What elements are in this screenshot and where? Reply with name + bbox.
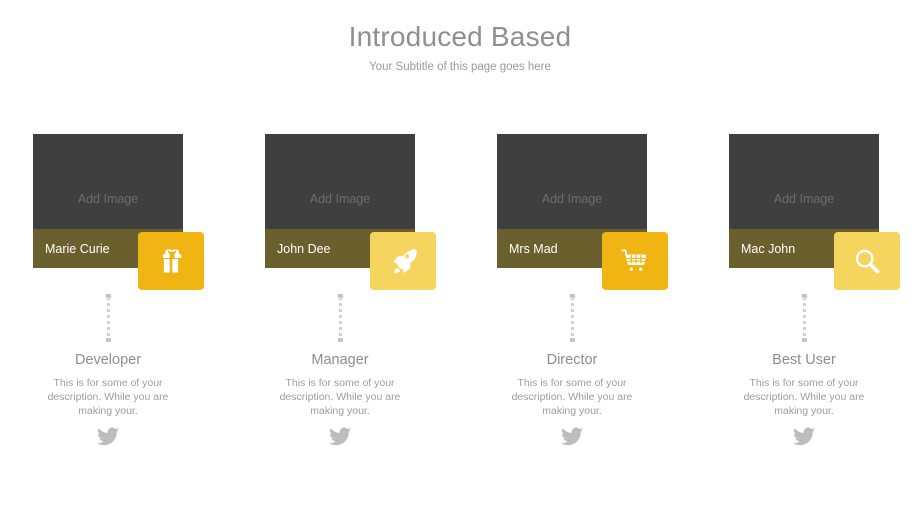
- badge-search[interactable]: [834, 232, 900, 290]
- photo-placeholder-block[interactable]: Add Image: [33, 134, 183, 229]
- card-info: Director This is for some of your descri…: [497, 350, 647, 446]
- role-title: Best User: [772, 352, 836, 368]
- slide-header: Introduced Based Your Subtitle of this p…: [0, 20, 920, 75]
- role-title: Manager: [311, 352, 369, 368]
- card-info: Developer This is for some of your descr…: [33, 350, 183, 446]
- twitter-icon[interactable]: [561, 427, 583, 446]
- team-cards-row: Add Image Marie Curie Developer This is …: [0, 134, 920, 464]
- badge-gift[interactable]: [138, 232, 204, 290]
- connector-line: [802, 294, 807, 342]
- social-links[interactable]: [33, 427, 183, 446]
- connector-cap-bottom: [570, 338, 575, 342]
- twitter-icon[interactable]: [97, 427, 119, 446]
- card-info: Manager This is for some of your descrip…: [265, 350, 415, 446]
- person-name: John Dee: [277, 241, 331, 256]
- add-image-label: Add Image: [541, 191, 603, 206]
- team-card[interactable]: Add Image Marie Curie Developer This is …: [33, 134, 265, 464]
- role-description: This is for some of your description. Wh…: [279, 377, 401, 417]
- photo-placeholder-block[interactable]: Add Image: [729, 134, 879, 229]
- connector-dots: [803, 297, 806, 339]
- badge-rocket[interactable]: [370, 232, 436, 290]
- person-name: Mrs Mad: [509, 241, 558, 256]
- twitter-icon[interactable]: [793, 427, 815, 446]
- social-links[interactable]: [497, 427, 647, 446]
- role-title: Developer: [74, 352, 142, 368]
- gift-icon: [157, 247, 185, 275]
- connector-dots: [571, 297, 574, 339]
- add-image-label: Add Image: [773, 191, 835, 206]
- person-name: Mac John: [741, 241, 796, 256]
- add-image-label: Add Image: [309, 191, 371, 206]
- role-description: This is for some of your description. Wh…: [511, 377, 633, 417]
- page-title: Introduced Based: [348, 21, 572, 52]
- connector-cap-bottom: [106, 338, 111, 342]
- team-card[interactable]: Add Image Mac John Best User This is for…: [729, 134, 920, 464]
- team-card[interactable]: Add Image Mrs Mad Director This is for s…: [497, 134, 729, 464]
- social-links[interactable]: [729, 427, 879, 446]
- connector-line: [570, 294, 575, 342]
- connector-dots: [339, 297, 342, 339]
- role-title: Director: [546, 352, 598, 368]
- role-description: This is for some of your description. Wh…: [47, 377, 169, 417]
- connector-cap-bottom: [338, 338, 343, 342]
- role-description: This is for some of your description. Wh…: [743, 377, 865, 417]
- person-name: Marie Curie: [45, 241, 110, 256]
- team-card[interactable]: Add Image John Dee Manager This is for s…: [265, 134, 497, 464]
- rocket-icon: [390, 248, 417, 275]
- connector-dots: [107, 297, 110, 339]
- connector-cap-bottom: [802, 338, 807, 342]
- photo-placeholder-block[interactable]: Add Image: [497, 134, 647, 229]
- photo-placeholder-block[interactable]: Add Image: [265, 134, 415, 229]
- badge-cart[interactable]: [602, 232, 668, 290]
- search-icon: [853, 247, 881, 275]
- connector-line: [106, 294, 111, 342]
- social-links[interactable]: [265, 427, 415, 446]
- page-subtitle: Your Subtitle of this page goes here: [369, 61, 551, 73]
- add-image-label: Add Image: [77, 191, 139, 206]
- connector-line: [338, 294, 343, 342]
- card-info: Best User This is for some of your descr…: [729, 350, 879, 446]
- shopping-cart-icon: [621, 248, 649, 274]
- twitter-icon[interactable]: [329, 427, 351, 446]
